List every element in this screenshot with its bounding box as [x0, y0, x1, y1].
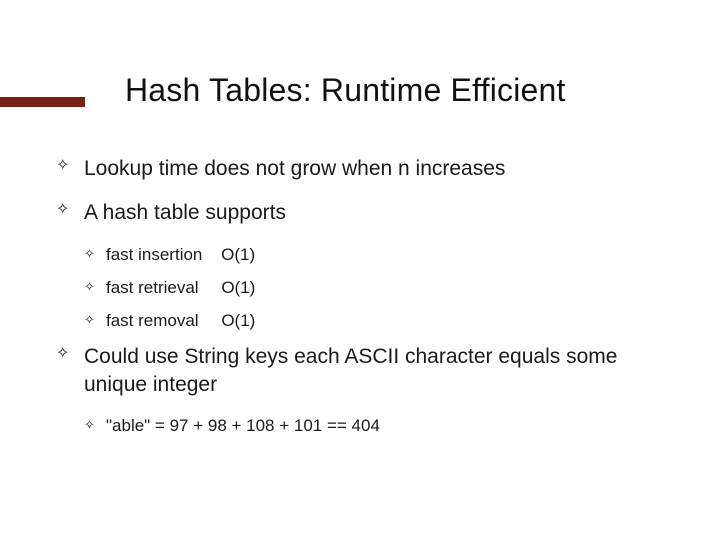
string-keys-subgroup: "able" = 97 + 98 + 108 + 101 == 404 [56, 415, 680, 438]
sub-removal-label: fast removal [106, 311, 199, 330]
sub-insertion: fast insertion O(1) [84, 244, 680, 267]
bullet-lookup-time: Lookup time does not grow when n increas… [56, 155, 680, 183]
sub-insertion-label: fast insertion [106, 245, 202, 264]
sub-insertion-complexity: O(1) [221, 245, 255, 264]
sub-retrieval: fast retrieval O(1) [84, 277, 680, 300]
slide-title: Hash Tables: Runtime Efficient [125, 72, 566, 109]
slide: Hash Tables: Runtime Efficient Lookup ti… [0, 0, 720, 540]
sub-retrieval-label: fast retrieval [106, 278, 199, 297]
sub-retrieval-complexity: O(1) [221, 278, 255, 297]
bullet-supports-text: A hash table supports [84, 201, 286, 224]
accent-bar [0, 97, 85, 107]
bullet-supports: A hash table supports [56, 199, 680, 227]
sub-able-example: "able" = 97 + 98 + 108 + 101 == 404 [84, 415, 680, 438]
sub-removal-complexity: O(1) [221, 311, 255, 330]
supports-subgroup: fast insertion O(1) fast retrieval O(1) … [56, 244, 680, 333]
bullet-string-keys-text: Could use String keys each ASCII charact… [84, 345, 617, 396]
bullet-string-keys: Could use String keys each ASCII charact… [56, 343, 680, 400]
sub-removal: fast removal O(1) [84, 310, 680, 333]
slide-content: Lookup time does not grow when n increas… [56, 155, 680, 448]
